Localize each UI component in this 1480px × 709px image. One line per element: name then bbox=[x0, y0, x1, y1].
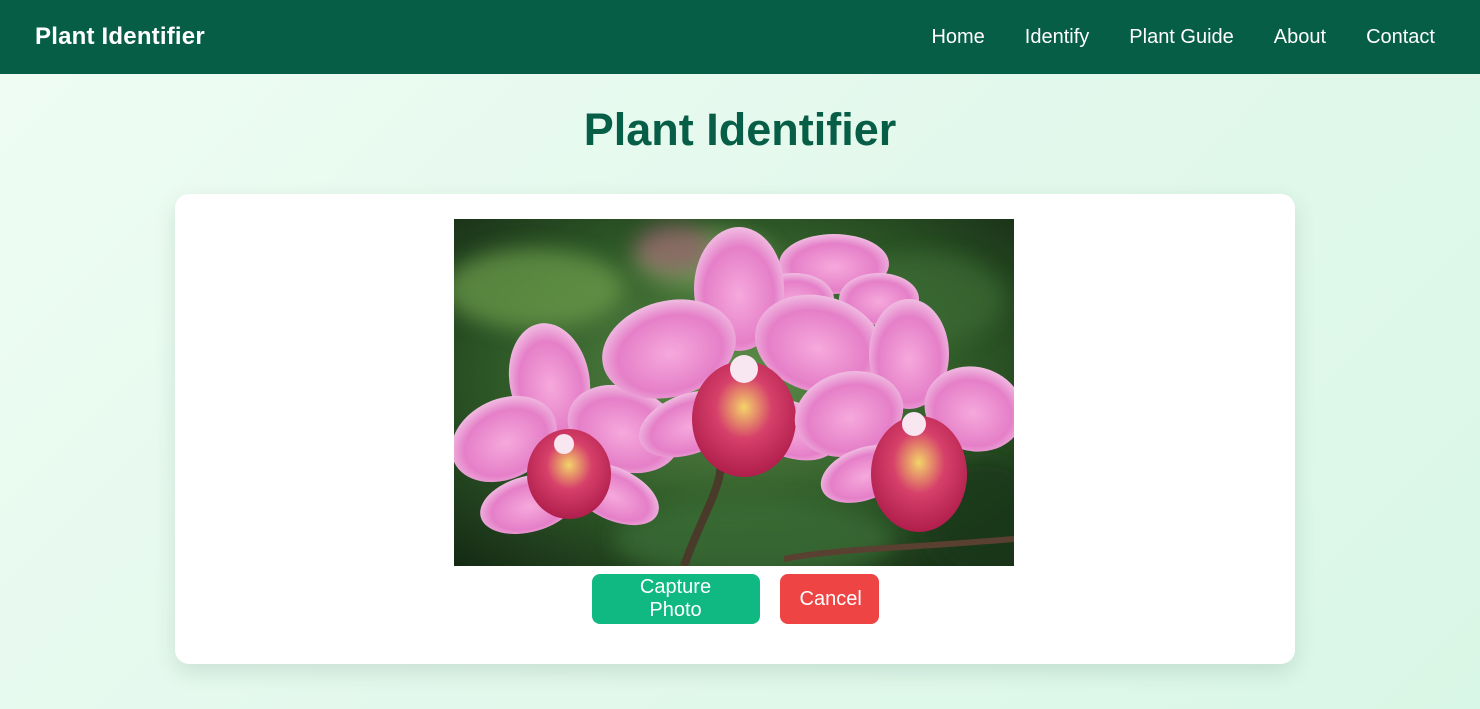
nav-link-about[interactable]: About bbox=[1274, 26, 1326, 49]
nav-link-home[interactable]: Home bbox=[931, 26, 984, 49]
page-title: Plant Identifier bbox=[583, 104, 897, 155]
capture-photo-button[interactable]: Capture Photo bbox=[591, 574, 760, 624]
top-navbar: Plant Identifier Home Identify Plant Gui… bbox=[0, 0, 1480, 74]
camera-preview bbox=[454, 219, 1014, 566]
brand-logo-text[interactable]: Plant Identifier bbox=[35, 23, 205, 51]
cancel-button[interactable]: Cancel bbox=[779, 574, 879, 624]
nav-link-contact[interactable]: Contact bbox=[1366, 26, 1435, 49]
nav-link-plant-guide[interactable]: Plant Guide bbox=[1129, 26, 1234, 49]
camera-card: Capture Photo Cancel bbox=[175, 194, 1295, 664]
nav-links: Home Identify Plant Guide About Contact bbox=[931, 26, 1435, 49]
nav-link-identify[interactable]: Identify bbox=[1025, 26, 1089, 49]
orchid-photo bbox=[454, 219, 1014, 566]
camera-actions: Capture Photo Cancel bbox=[175, 574, 1295, 624]
